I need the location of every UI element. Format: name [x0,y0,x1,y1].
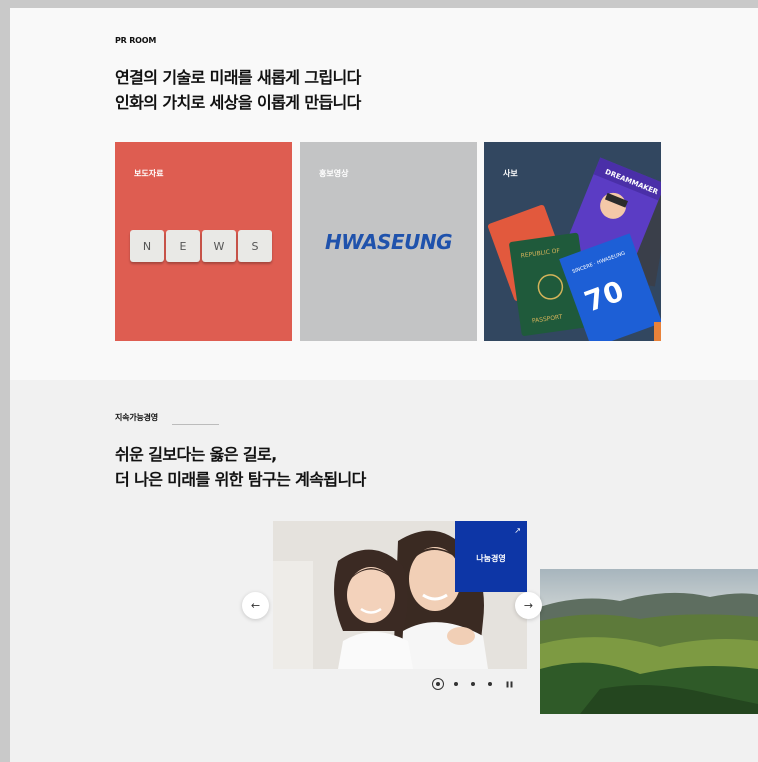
promo-video-label: 홍보영상 [319,169,349,178]
promo-video-card[interactable]: HWASEUNG 홍보영상 [300,142,477,341]
sharing-management-tag[interactable]: ↗ 나눔경영 [455,521,527,592]
hwaseung-logo: HWASEUNG [324,230,453,254]
pr-room-section: PR ROOM 연결의 기술로 미래를 새롭게 그립니다 인화의 가치로 세상을… [10,8,758,380]
pr-room-eyebrow: PR ROOM [115,36,157,45]
sustainability-headline-line1: 쉬운 길보다는 옳은 길로, [115,445,277,464]
press-release-label: 보도자료 [134,169,164,178]
pagination-dot[interactable] [471,682,475,686]
slide-next-button[interactable]: → [515,592,542,619]
letter-tile: S [238,230,272,262]
sustainability-headline: 쉬운 길보다는 옳은 길로, 더 나은 미래를 위한 탐구는 계속됩니다 [115,442,366,492]
pagination-dot[interactable] [488,682,492,686]
pause-icon[interactable]: ❚❚ [505,681,514,688]
green-hills-photo [540,569,758,714]
pr-room-headline-line2: 인화의 가치로 세상을 이롭게 만듭니다 [115,93,361,112]
arrow-left-icon: ← [250,599,261,612]
letter-tile: W [202,230,236,262]
news-tiles-image: N E W S [130,230,272,262]
landscape-slide[interactable] [540,569,758,714]
pr-room-headline-line1: 연결의 기술로 미래를 새롭게 그립니다 [115,68,361,87]
pagination-dot-active[interactable] [432,678,444,690]
slide-pagination: ❚❚ [432,678,514,690]
sustainability-section: 지속가능경영 쉬운 길보다는 옳은 길로, 더 나은 미래를 위한 탐구는 계속… [10,380,758,762]
pr-room-headline: 연결의 기술로 미래를 새롭게 그립니다 인화의 가치로 세상을 이롭게 만듭니… [115,65,361,115]
letter-tile: N [130,230,164,262]
eyebrow-divider [172,424,219,425]
arrow-up-right-icon: ↗ [514,526,521,535]
letter-tile: E [166,230,200,262]
sharing-management-slide[interactable]: ↗ 나눔경영 [273,521,527,669]
page: PR ROOM 연결의 기술로 미래를 새롭게 그립니다 인화의 가치로 세상을… [10,8,758,762]
sustainability-headline-line2: 더 나은 미래를 위한 탐구는 계속됩니다 [115,470,366,489]
slide-prev-button[interactable]: ← [242,592,269,619]
sharing-management-label: 나눔경영 [476,554,506,563]
company-magazine-card[interactable]: DREAMMAKER REPUBLIC OF PASSPORT 70 SINCE… [484,142,661,341]
sustainability-eyebrow: 지속가능경영 [115,413,158,422]
company-magazine-label: 사보 [503,169,518,178]
pagination-dot[interactable] [454,682,458,686]
press-release-card[interactable]: N E W S 보도자료 [115,142,292,341]
arrow-right-icon: → [523,599,534,612]
